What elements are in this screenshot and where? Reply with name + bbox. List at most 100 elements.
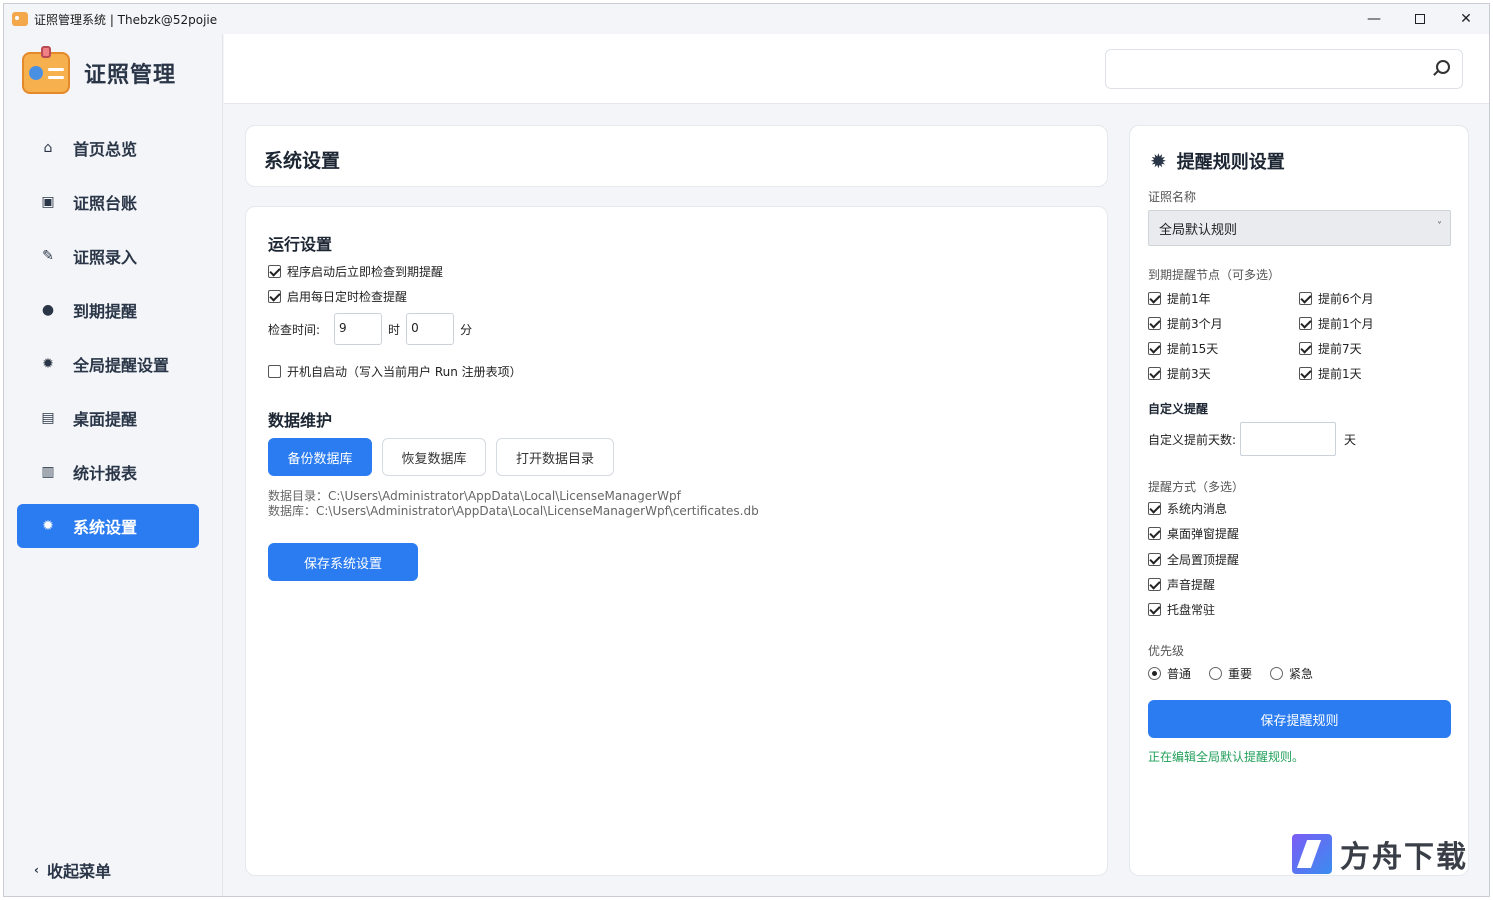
reminder-node-checkbox-label: 提前7天 xyxy=(1318,342,1362,356)
autostart-label: 开机自启动（写入当前用户 Run 注册表项） xyxy=(287,365,522,379)
priority-radio[interactable]: 普通 xyxy=(1148,665,1191,682)
brand: 证照管理 xyxy=(22,46,177,94)
daily-check-label: 启用每日定时检查提醒 xyxy=(287,290,408,304)
reminder-node-checkbox[interactable]: 提前1天 xyxy=(1299,365,1362,382)
reminder-node-checkbox[interactable]: 提前6个月 xyxy=(1299,290,1374,307)
daily-check-checkbox[interactable]: 启用每日定时检查提醒 xyxy=(268,288,407,305)
reminder-method-checkbox[interactable]: 系统内消息 xyxy=(1148,500,1227,517)
checkbox-checked-icon[interactable] xyxy=(1299,317,1312,330)
reminder-method-checkbox-label: 桌面弹窗提醒 xyxy=(1167,527,1240,542)
sidebar-item-6[interactable]: ▥ 统计报表 xyxy=(17,450,199,494)
reminder-method-checkbox[interactable]: 声音提醒 xyxy=(1148,576,1215,593)
checkbox-checked-icon[interactable] xyxy=(1148,292,1161,305)
hour-input[interactable]: 9 xyxy=(334,313,383,345)
restore-database-button[interactable]: 恢复数据库 xyxy=(382,438,486,476)
checkbox-checked-icon[interactable] xyxy=(1299,292,1312,305)
rule-panel-title: 提醒规则设置 xyxy=(1176,152,1285,173)
custom-days-label: 自定义提前天数: xyxy=(1148,432,1237,447)
checkbox-checked-icon[interactable] xyxy=(1148,502,1161,515)
reminder-node-checkbox[interactable]: 提前7天 xyxy=(1299,340,1362,357)
list-icon: ▤ xyxy=(41,410,55,426)
search-icon[interactable] xyxy=(1436,60,1450,74)
home-icon: ⌂ xyxy=(43,140,53,156)
reminder-rule-card: ✹ 提醒规则设置 证照名称 全局默认规则 ˅ 到期提醒节点（可多选） 自定义提醒… xyxy=(1129,125,1469,876)
checkbox-checked-icon[interactable] xyxy=(1148,367,1161,380)
custom-days-row: 自定义提前天数: 天 xyxy=(1148,422,1356,456)
reminder-node-checkbox[interactable]: 提前1个月 xyxy=(1299,315,1374,332)
radio-unselected-icon[interactable] xyxy=(1209,667,1222,680)
priority-radio-label: 重要 xyxy=(1228,667,1253,681)
checkbox-checked-icon[interactable] xyxy=(1148,603,1161,617)
check-on-start-checkbox[interactable]: 程序启动后立即检查到期提醒 xyxy=(268,263,443,280)
search-box[interactable] xyxy=(1105,49,1463,89)
sidebar-item-7[interactable]: ✹ 系统设置 xyxy=(17,504,199,548)
checkbox-checked-icon[interactable] xyxy=(268,290,281,303)
checkbox-checked-icon[interactable] xyxy=(1148,577,1161,591)
sidebar-item-0[interactable]: ⌂ 首页总览 xyxy=(17,126,199,170)
autostart-checkbox[interactable]: 开机自启动（写入当前用户 Run 注册表项） xyxy=(268,363,522,380)
sidebar-item-label: 证照台账 xyxy=(73,194,138,213)
open-data-dir-button[interactable]: 打开数据目录 xyxy=(496,438,614,476)
checkbox-checked-icon[interactable] xyxy=(268,265,281,278)
save-system-settings-button[interactable]: 保存系统设置 xyxy=(268,543,418,581)
page-title-card: 系统设置 xyxy=(245,125,1108,187)
gear-icon: ✹ xyxy=(42,518,54,534)
sidebar-item-2[interactable]: ✎ 证照录入 xyxy=(17,234,199,278)
checkbox-checked-icon[interactable] xyxy=(1148,552,1161,566)
custom-days-input[interactable] xyxy=(1240,422,1337,456)
chevron-left-icon: ‹ xyxy=(34,863,39,877)
sidebar-item-1[interactable]: ▣ 证照台账 xyxy=(17,180,199,224)
reminder-method-checkbox-label: 系统内消息 xyxy=(1167,502,1228,516)
sidebar-nav: ⌂ 首页总览 ▣ 证照台账 ✎ 证照录入 ● 到期提醒 ✹ 全局提醒设置 ▤ 桌面提醒 ▥ 统计报表 ✹ 系统… xyxy=(17,126,199,558)
backup-database-button[interactable]: 备份数据库 xyxy=(268,438,372,476)
app-icon xyxy=(12,12,28,26)
checkbox-unchecked-icon[interactable] xyxy=(268,365,281,378)
window-title: 证照管理系统 | Thebzk@52pojie xyxy=(34,12,218,27)
brand-name: 证照管理 xyxy=(84,63,177,88)
reminder-node-checkbox-label: 提前1个月 xyxy=(1318,317,1374,331)
priority-radio[interactable]: 重要 xyxy=(1209,665,1252,682)
radio-selected-icon[interactable] xyxy=(1148,667,1161,680)
maximize-button[interactable] xyxy=(1397,4,1443,34)
custom-days-unit: 天 xyxy=(1344,432,1357,447)
reminder-node-checkbox[interactable]: 提前15天 xyxy=(1148,340,1218,357)
id-card-logo-icon xyxy=(22,46,70,94)
sidebar-item-4[interactable]: ✹ 全局提醒设置 xyxy=(17,342,199,386)
reminder-method-checkbox[interactable]: 托盘常驻 xyxy=(1148,601,1215,618)
reminder-node-checkbox[interactable]: 提前3天 xyxy=(1148,365,1211,382)
checkbox-checked-icon[interactable] xyxy=(1299,342,1312,355)
watermark-logo-icon xyxy=(1292,834,1332,874)
reminder-node-checkbox-label: 提前1天 xyxy=(1318,367,1362,381)
priority-radio[interactable]: 紧急 xyxy=(1270,665,1313,682)
database-path-text: 数据库：C:\Users\Administrator\AppData\Local… xyxy=(268,504,759,518)
chevron-down-icon: ˅ xyxy=(1437,221,1442,232)
reminder-method-checkbox[interactable]: 全局置顶提醒 xyxy=(1148,551,1239,568)
minute-input[interactable]: 0 xyxy=(406,313,455,345)
reminder-node-checkbox[interactable]: 提前3个月 xyxy=(1148,315,1223,332)
data-dir-text: 数据目录：C:\Users\Administrator\AppData\Loca… xyxy=(268,489,681,503)
sidebar-item-5[interactable]: ▤ 桌面提醒 xyxy=(17,396,199,440)
data-maintenance-heading: 数据维护 xyxy=(268,411,333,430)
minimize-button[interactable]: — xyxy=(1351,4,1397,34)
radio-unselected-icon[interactable] xyxy=(1270,667,1283,680)
reminder-node-checkbox-label: 提前1年 xyxy=(1167,292,1211,306)
reminder-node-checkbox[interactable]: 提前1年 xyxy=(1148,290,1211,307)
page-title: 系统设置 xyxy=(264,150,341,172)
close-button[interactable]: ✕ xyxy=(1443,4,1489,34)
ledger-icon: ▣ xyxy=(41,194,55,210)
check-time-label: 检查时间: xyxy=(268,322,321,337)
watermark-text: 方舟下载 xyxy=(1340,840,1468,875)
system-settings-card: 运行设置 程序启动后立即检查到期提醒 启用每日定时检查提醒 检查时间: 9 时 … xyxy=(245,206,1108,876)
checkbox-checked-icon[interactable] xyxy=(1148,342,1161,355)
sidebar-item-3[interactable]: ● 到期提醒 xyxy=(17,288,199,332)
checkbox-checked-icon[interactable] xyxy=(1148,527,1161,541)
checkbox-checked-icon[interactable] xyxy=(1148,317,1161,330)
reminder-method-checkbox[interactable]: 桌面弹窗提醒 xyxy=(1148,525,1239,542)
cert-name-select[interactable]: 全局默认规则 ˅ xyxy=(1148,210,1451,246)
hour-unit: 时 xyxy=(388,322,401,337)
save-reminder-rule-button[interactable]: 保存提醒规则 xyxy=(1148,700,1451,738)
gear-icon: ✹ xyxy=(1150,149,1167,173)
collapse-menu-button[interactable]: ‹ 收起菜单 xyxy=(34,858,111,882)
cert-name-label: 证照名称 xyxy=(1148,190,1197,204)
checkbox-checked-icon[interactable] xyxy=(1299,367,1312,380)
